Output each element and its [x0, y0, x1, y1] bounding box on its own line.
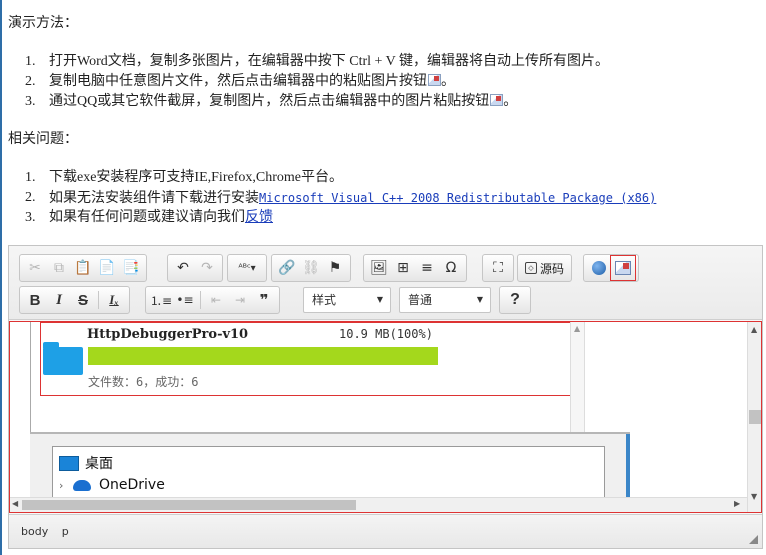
- source-icon: ◇: [525, 262, 537, 274]
- list-item: 1. 下载exe安装程序可支持IE,Firefox,Chrome平台。: [25, 170, 343, 185]
- outdent-icon[interactable]: ⇤: [205, 289, 227, 311]
- faq-item-text: 如果无法安装组件请下载进行安装: [49, 191, 259, 206]
- unlink-icon[interactable]: ⛓: [300, 257, 322, 279]
- scroll-left-icon[interactable]: ◀: [12, 499, 18, 508]
- demo-item-text: 打开Word文档，复制多张图片，在编辑器中按下 Ctrl + V 键，编辑器将自…: [49, 54, 610, 69]
- help-group: ?: [499, 286, 531, 314]
- upload-file-name: HttpDebuggerPro-v10: [87, 327, 249, 342]
- upload-stats: 文件数：6，成功：6: [88, 375, 199, 389]
- blockquote-icon[interactable]: ❞: [253, 289, 275, 311]
- demo-heading: 演示方法：: [8, 16, 78, 31]
- help-button[interactable]: ?: [504, 289, 526, 311]
- link-group: 🔗 ⛓ ⚑: [271, 254, 351, 282]
- bold-icon[interactable]: B: [24, 289, 46, 311]
- chevron-right-icon: ›: [59, 478, 64, 492]
- spellcheck-group: ᴬᴮᶜ▾: [227, 254, 267, 282]
- tree-item-desktop: 桌面: [59, 453, 113, 473]
- spellcheck-icon[interactable]: ᴬᴮᶜ▾: [232, 257, 262, 279]
- redo-icon[interactable]: ↷: [196, 257, 218, 279]
- undo-icon[interactable]: ↶: [172, 257, 194, 279]
- path-item-body[interactable]: body: [21, 525, 48, 538]
- paste-image-icon: [428, 74, 441, 86]
- upload-file-size: 10.9 MB(100%): [339, 327, 433, 341]
- chevron-down-icon: ▼: [476, 295, 483, 304]
- scroll-down-icon[interactable]: ▼: [751, 492, 757, 501]
- chevron-down-icon: ▼: [376, 295, 383, 304]
- editor-horizontal-scrollbar[interactable]: ◀ ▶: [10, 497, 747, 512]
- special-char-icon[interactable]: Ω: [440, 257, 462, 279]
- faq-item-text: 下载exe安装程序可支持IE,Firefox,Chrome平台。: [49, 170, 343, 185]
- element-path: body p: [21, 525, 79, 538]
- insert-group: 🖼 ⊞ ≡ Ω: [363, 254, 467, 282]
- clipboard-group: ✂ ⧉ 📋 📄 📑: [19, 254, 147, 282]
- scroll-thumb[interactable]: [749, 410, 761, 424]
- editor-status-bar: body p: [9, 514, 762, 548]
- faq-list: 1. 下载exe安装程序可支持IE,Firefox,Chrome平台。 2. 如果无…: [8, 168, 656, 228]
- anchor-flag-icon[interactable]: ⚑: [324, 257, 346, 279]
- rich-text-editor: ✂ ⧉ 📋 📄 📑 ↶ ↷ ᴬᴮᶜ▾ 🔗 ⛓ ⚑ 🖼 ⊞ ≡ Ω ⛶ ◇ 源码 …: [8, 245, 763, 549]
- image-icon[interactable]: 🖼: [368, 257, 390, 279]
- history-group: ↶ ↷: [167, 254, 223, 282]
- strike-icon[interactable]: S: [72, 289, 94, 311]
- scroll-right-icon[interactable]: ▶: [734, 499, 740, 508]
- feedback-link[interactable]: 反馈: [245, 210, 273, 225]
- globe-icon[interactable]: [588, 257, 610, 279]
- scroll-thumb[interactable]: [22, 500, 356, 510]
- italic-icon[interactable]: I: [48, 289, 70, 311]
- source-group: ◇ 源码: [517, 254, 573, 282]
- list-item: 3. 通过QQ或其它软件截屏，复制图片，然后点击编辑器中的图片粘贴按钮。: [25, 94, 518, 109]
- inner-scrollbar[interactable]: ▲: [570, 322, 584, 432]
- vcredist-link[interactable]: Microsoft Visual C++ 2008 Redistributabl…: [259, 191, 656, 205]
- format-combo[interactable]: 普通 ▼: [399, 287, 491, 313]
- plugin-group: [583, 254, 639, 282]
- scroll-up-icon[interactable]: ▲: [574, 324, 580, 333]
- resize-handle-icon[interactable]: [749, 535, 758, 544]
- demo-item-text: 通过QQ或其它软件截屏，复制图片，然后点击编辑器中的图片粘贴按钮: [49, 94, 490, 109]
- maximize-group: ⛶: [482, 254, 514, 282]
- horizontal-line-icon[interactable]: ≡: [416, 257, 438, 279]
- paste-image-icon: [615, 261, 631, 275]
- demo-item-text: 复制电脑中任意图片文件，然后点击编辑器中的粘贴图片按钮: [49, 74, 427, 89]
- cut-icon[interactable]: ✂: [24, 257, 46, 279]
- paste-word-icon[interactable]: 📑: [120, 257, 142, 279]
- list-item: 1. 打开Word文档，复制多张图片，在编辑器中按下 Ctrl + V 键，编辑器…: [25, 54, 610, 69]
- faq-item-text: 如果有任何问题或建议请向我们: [49, 210, 245, 225]
- editor-vertical-scrollbar[interactable]: ▲ ▼: [747, 322, 761, 512]
- paste-icon[interactable]: 📋: [72, 257, 94, 279]
- upload-progress-bar: [88, 347, 438, 365]
- demo-list: 1. 打开Word文档，复制多张图片，在编辑器中按下 Ctrl + V 键，编辑器…: [8, 52, 609, 112]
- editor-toolbar: ✂ ⧉ 📋 📄 📑 ↶ ↷ ᴬᴮᶜ▾ 🔗 ⛓ ⚑ 🖼 ⊞ ≡ Ω ⛶ ◇ 源码 …: [9, 246, 762, 320]
- scroll-up-icon[interactable]: ▲: [751, 325, 757, 334]
- faq-heading: 相关问题：: [8, 132, 78, 147]
- left-accent-rule: [0, 0, 2, 555]
- list-group: ⒈≡ •≡ ⇤ ⇥ ❞: [145, 286, 280, 314]
- path-item-p[interactable]: p: [62, 525, 69, 538]
- copy-icon[interactable]: ⧉: [48, 257, 70, 279]
- list-item: 2. 复制电脑中任意图片文件，然后点击编辑器中的粘贴图片按钮。: [25, 74, 455, 89]
- folder-icon: [43, 342, 83, 375]
- upload-item: HttpDebuggerPro-v10 10.9 MB(100%) 文件数：6，…: [40, 322, 575, 396]
- list-item: 2. 如果无法安装组件请下载进行安装Microsoft Visual C++ 20…: [25, 190, 657, 206]
- editor-content-area[interactable]: HttpDebuggerPro-v10 10.9 MB(100%) 文件数：6，…: [9, 321, 762, 513]
- maximize-icon[interactable]: ⛶: [487, 257, 509, 279]
- paste-image-icon: [490, 94, 504, 106]
- remove-format-icon[interactable]: Iₓ: [103, 289, 125, 311]
- paste-image-button[interactable]: [610, 255, 636, 281]
- source-button[interactable]: ◇ 源码: [521, 260, 568, 277]
- paste-text-icon[interactable]: 📄: [96, 257, 118, 279]
- numbered-list-icon[interactable]: ⒈≡: [150, 289, 172, 311]
- indent-icon[interactable]: ⇥: [229, 289, 251, 311]
- desktop-icon: [59, 455, 79, 471]
- basic-style-group: B I S Iₓ: [19, 286, 130, 314]
- upload-progress-fill: [88, 347, 438, 365]
- style-combo[interactable]: 样式 ▼: [303, 287, 391, 313]
- bulleted-list-icon[interactable]: •≡: [174, 289, 196, 311]
- tree-item-onedrive: › OneDrive: [59, 477, 165, 493]
- list-item: 3. 如果有任何问题或建议请向我们反馈: [25, 210, 273, 225]
- table-icon[interactable]: ⊞: [392, 257, 414, 279]
- cloud-icon: [73, 479, 91, 491]
- link-icon[interactable]: 🔗: [276, 257, 298, 279]
